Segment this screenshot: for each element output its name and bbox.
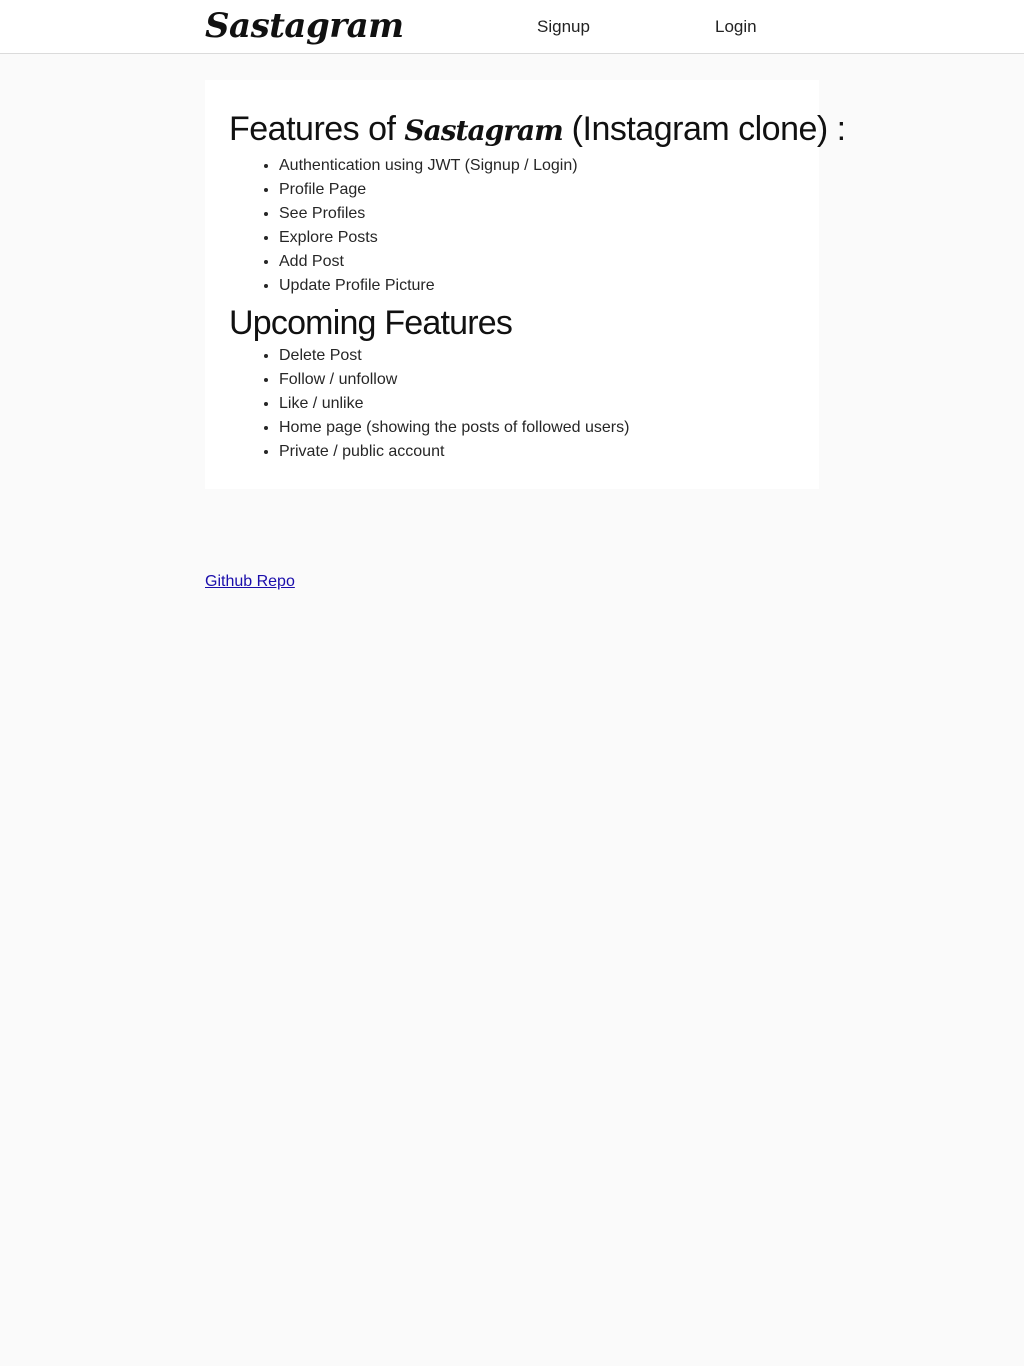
github-repo-link[interactable]: Github Repo [205, 571, 295, 593]
feature-item: Add Post [279, 250, 795, 274]
features-title: Features of Sastagram (Instagram clone) … [229, 104, 846, 152]
upcoming-features-title: Upcoming Features [229, 304, 513, 342]
feature-item: Explore Posts [279, 226, 795, 250]
feature-item: See Profiles [279, 202, 795, 226]
features-title-suffix: (Instagram clone) : [562, 110, 846, 148]
upcoming-feature-item: Follow / unfollow [279, 368, 795, 392]
features-list: Authentication using JWT (Signup / Login… [229, 154, 795, 298]
upcoming-feature-item: Like / unlike [279, 392, 795, 416]
features-title-prefix: Features of [229, 110, 405, 148]
feature-item: Profile Page [279, 178, 795, 202]
upcoming-features-list: Delete Post Follow / unfollow Like / unl… [229, 344, 795, 464]
features-title-brand: Sastagram [404, 114, 563, 147]
signup-link[interactable]: Signup [537, 16, 590, 38]
feature-item: Update Profile Picture [279, 274, 795, 298]
feature-item: Authentication using JWT (Signup / Login… [279, 154, 795, 178]
login-link[interactable]: Login [715, 16, 757, 38]
upcoming-feature-item: Delete Post [279, 344, 795, 368]
upcoming-feature-item: Private / public account [279, 440, 795, 464]
upcoming-feature-item: Home page (showing the posts of followed… [279, 416, 795, 440]
features-card: Features of Sastagram (Instagram clone) … [205, 80, 846, 489]
brand-logo[interactable]: Sastagram [205, 4, 404, 48]
navbar: Sastagram Signup Login [0, 0, 1024, 54]
